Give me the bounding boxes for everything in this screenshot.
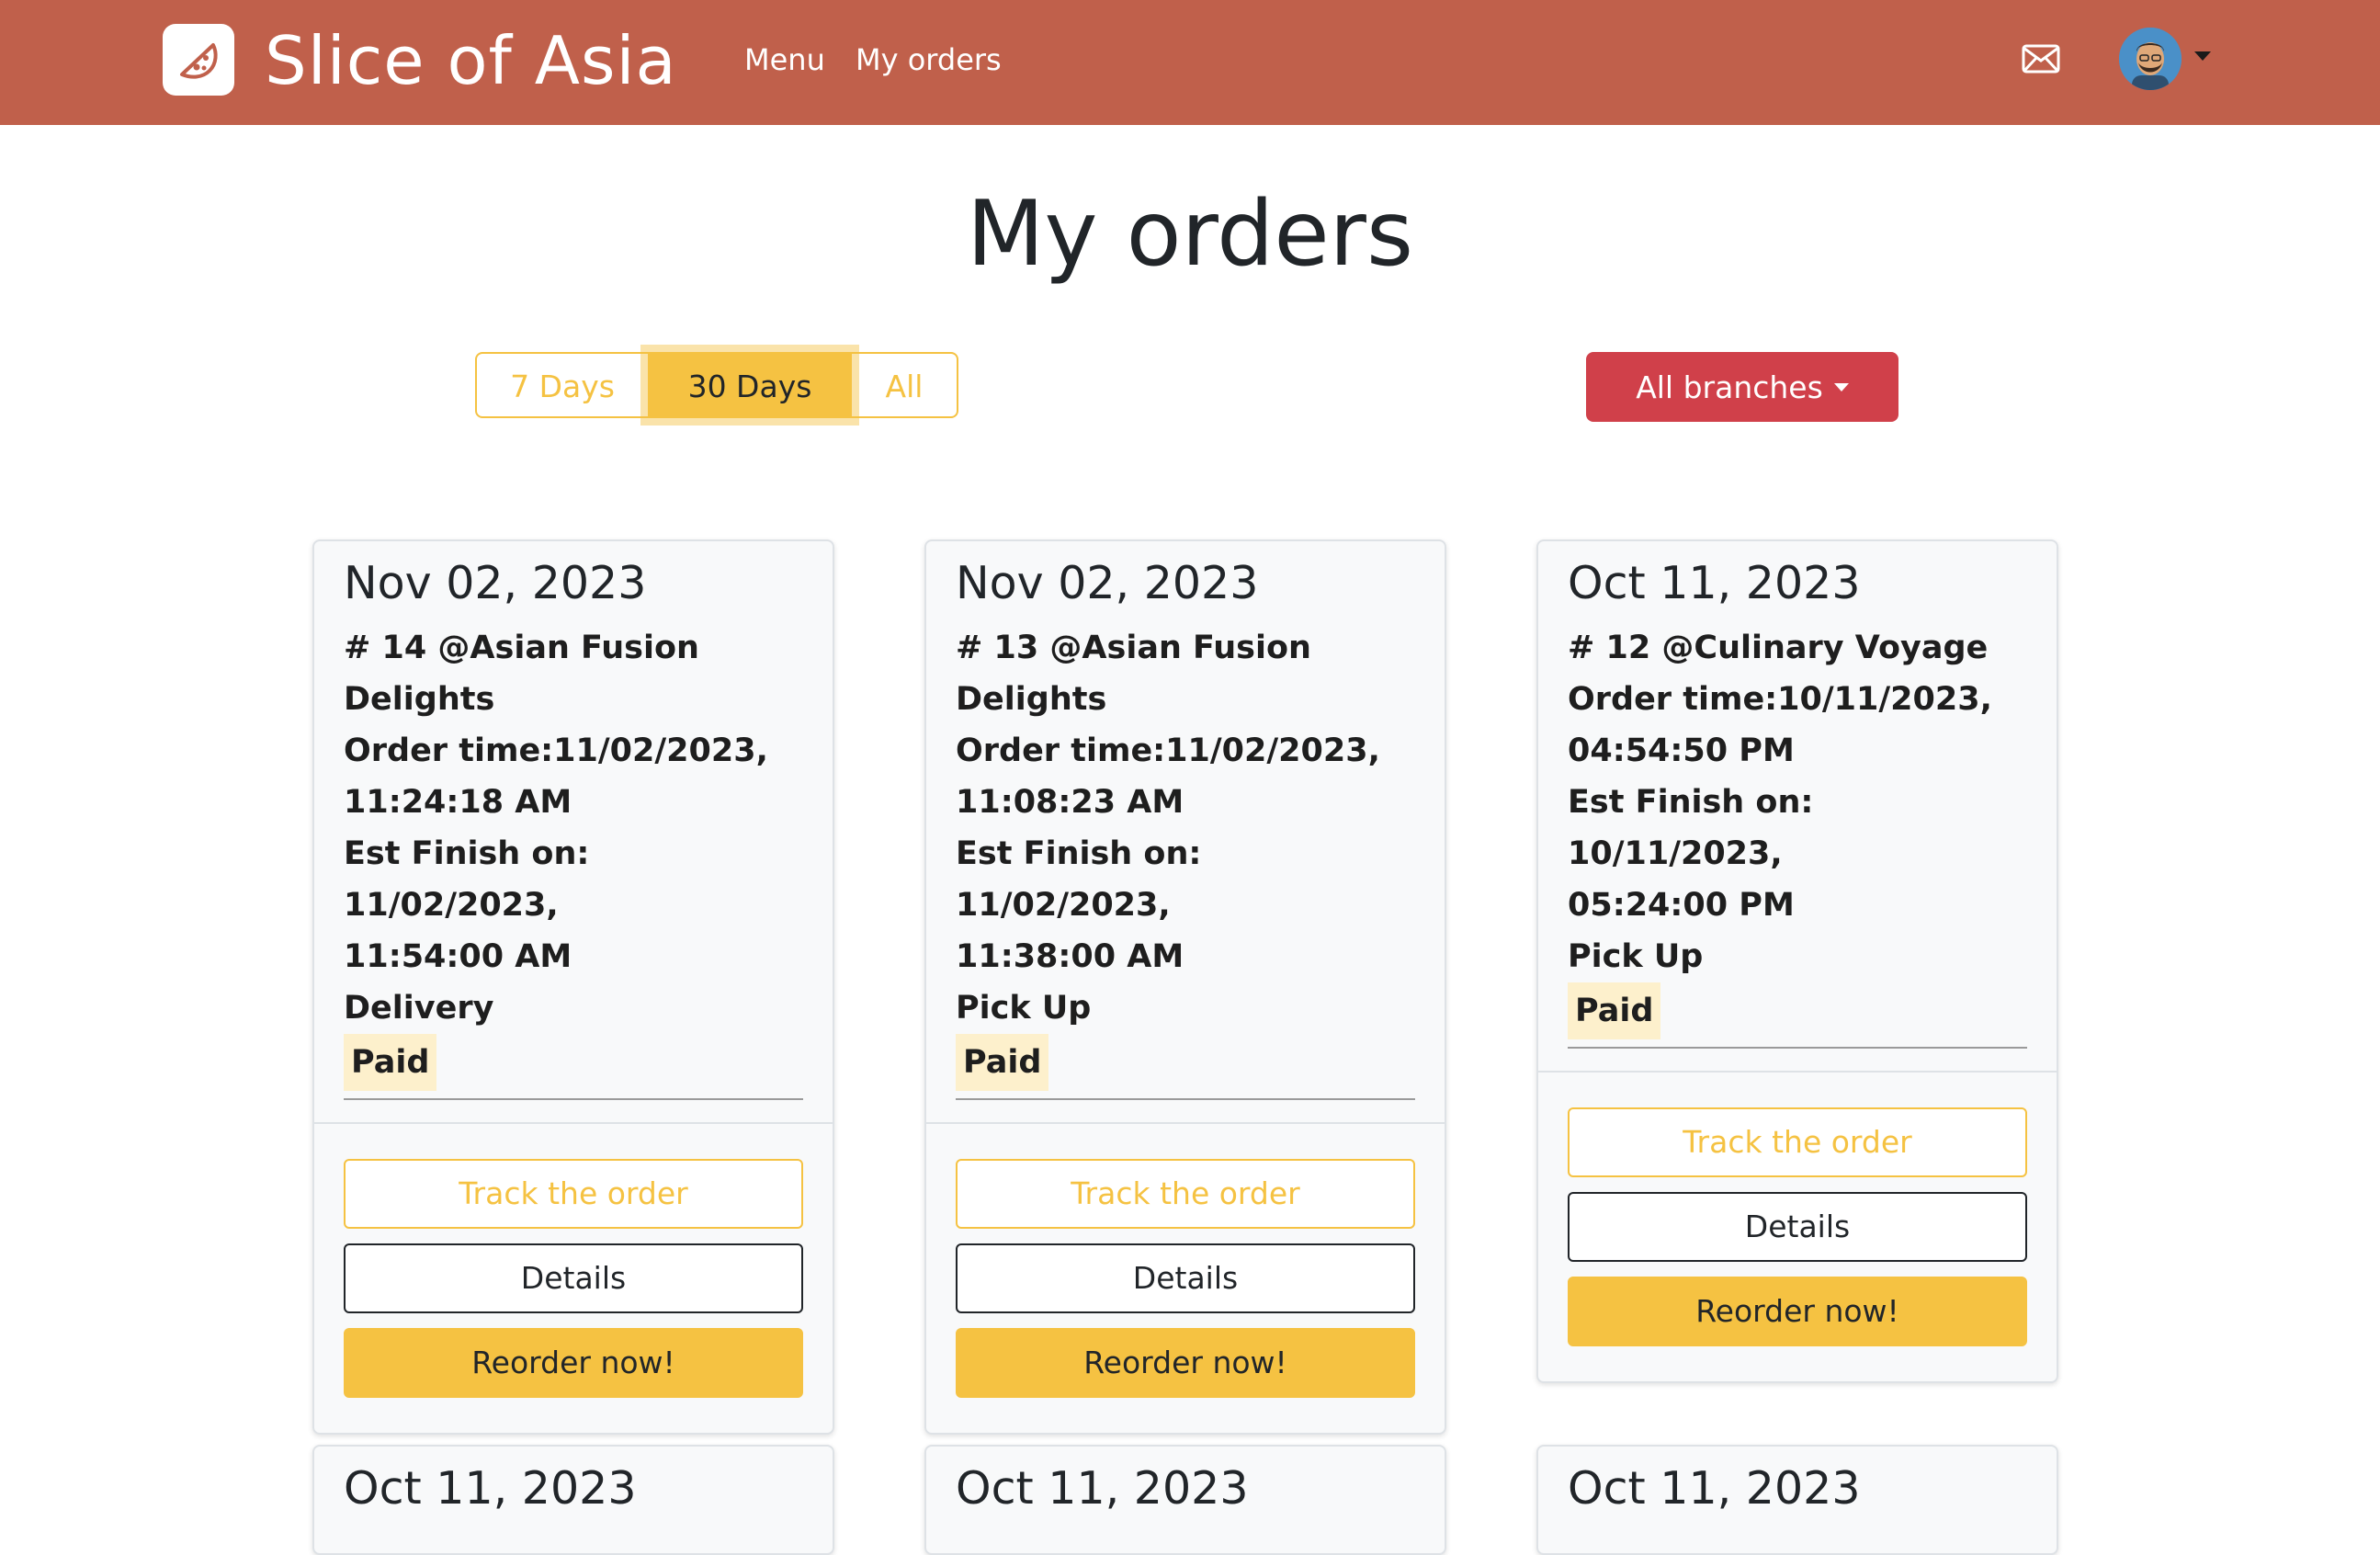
details-button[interactable]: Details: [956, 1243, 1415, 1313]
card-divider: [956, 1098, 1415, 1100]
order-card: Nov 02, 2023 # 13 @Asian Fusion Delights…: [924, 539, 1446, 1435]
order-est-finish: Est Finish on: 11/02/2023,: [344, 835, 590, 924]
order-date: Oct 11, 2023: [1568, 557, 1861, 609]
order-method: Pick Up: [956, 990, 1092, 1027]
card-actions: Track the order Details Reorder now!: [314, 1122, 833, 1433]
order-card: Oct 11, 2023: [312, 1445, 834, 1555]
order-method: Pick Up: [1568, 938, 1704, 975]
track-order-button[interactable]: Track the order: [1568, 1107, 2027, 1177]
user-avatar[interactable]: [2119, 28, 2182, 90]
order-est-finish: Est Finish on: 10/11/2023,: [1568, 784, 1814, 872]
order-date: Oct 11, 2023: [1568, 1462, 1861, 1515]
order-method: Delivery: [344, 990, 494, 1027]
order-time: Order time:11/02/2023,: [344, 732, 768, 769]
order-date: Oct 11, 2023: [956, 1462, 1249, 1515]
order-title: # 12 @Culinary Voyage: [1568, 630, 1989, 666]
chevron-down-icon: [1833, 382, 1849, 392]
nav-link-my-orders[interactable]: My orders: [856, 37, 1002, 83]
order-card: Nov 02, 2023 # 14 @Asian Fusion Delights…: [312, 539, 834, 1435]
payment-status-badge: Paid: [344, 1034, 437, 1091]
pizza-slice-icon: [180, 43, 218, 79]
user-menu-caret-icon[interactable]: [2194, 51, 2211, 61]
navbar: Slice of Asia Menu My orders: [0, 0, 2380, 125]
order-title: # 14 @Asian Fusion: [344, 630, 699, 666]
order-time: Order time:11/02/2023,: [956, 732, 1380, 769]
card-actions: Track the order Details Reorder now!: [1538, 1071, 2057, 1381]
reorder-button[interactable]: Reorder now!: [344, 1328, 803, 1398]
branch-dropdown-button[interactable]: All branches: [1586, 352, 1898, 422]
order-date: Oct 11, 2023: [344, 1462, 637, 1515]
filter-all[interactable]: All: [850, 352, 958, 418]
order-title: Delights: [344, 681, 495, 718]
order-card: Oct 11, 2023: [924, 1445, 1446, 1555]
order-time: 11:24:18 AM: [344, 784, 572, 821]
details-button[interactable]: Details: [1568, 1192, 2027, 1262]
filter-30-days[interactable]: 30 Days: [648, 352, 852, 418]
page-title: My orders: [966, 182, 1414, 287]
card-divider: [344, 1098, 803, 1100]
order-date: Nov 02, 2023: [344, 557, 647, 609]
branch-dropdown-label: All branches: [1636, 369, 1823, 405]
order-est-finish: 11:38:00 AM: [956, 938, 1184, 975]
track-order-button[interactable]: Track the order: [956, 1159, 1415, 1229]
user-avatar-icon: [2119, 28, 2182, 90]
order-title: Delights: [956, 681, 1107, 718]
order-est-finish: 05:24:00 PM: [1568, 887, 1795, 924]
order-time: Order time:10/11/2023,: [1568, 681, 1992, 718]
order-time: 11:08:23 AM: [956, 784, 1184, 821]
nav-link-menu[interactable]: Menu: [744, 37, 825, 83]
filter-7-days[interactable]: 7 Days: [475, 352, 650, 418]
order-time: 04:54:50 PM: [1568, 732, 1795, 769]
order-est-finish: 11:54:00 AM: [344, 938, 572, 975]
order-est-finish: Est Finish on: 11/02/2023,: [956, 835, 1202, 924]
reorder-button[interactable]: Reorder now!: [956, 1328, 1415, 1398]
order-title: # 13 @Asian Fusion: [956, 630, 1311, 666]
payment-status-badge: Paid: [1568, 982, 1661, 1039]
brand-name[interactable]: Slice of Asia: [265, 18, 677, 103]
order-card: Oct 11, 2023: [1536, 1445, 2058, 1555]
mail-icon[interactable]: [2022, 44, 2060, 74]
payment-status-badge: Paid: [956, 1034, 1049, 1091]
reorder-button[interactable]: Reorder now!: [1568, 1277, 2027, 1346]
logo[interactable]: [163, 24, 234, 96]
card-divider: [1568, 1047, 2027, 1049]
order-card: Oct 11, 2023 # 12 @Culinary Voyage Order…: [1536, 539, 2058, 1383]
order-date: Nov 02, 2023: [956, 557, 1259, 609]
card-actions: Track the order Details Reorder now!: [926, 1122, 1445, 1433]
track-order-button[interactable]: Track the order: [344, 1159, 803, 1229]
details-button[interactable]: Details: [344, 1243, 803, 1313]
